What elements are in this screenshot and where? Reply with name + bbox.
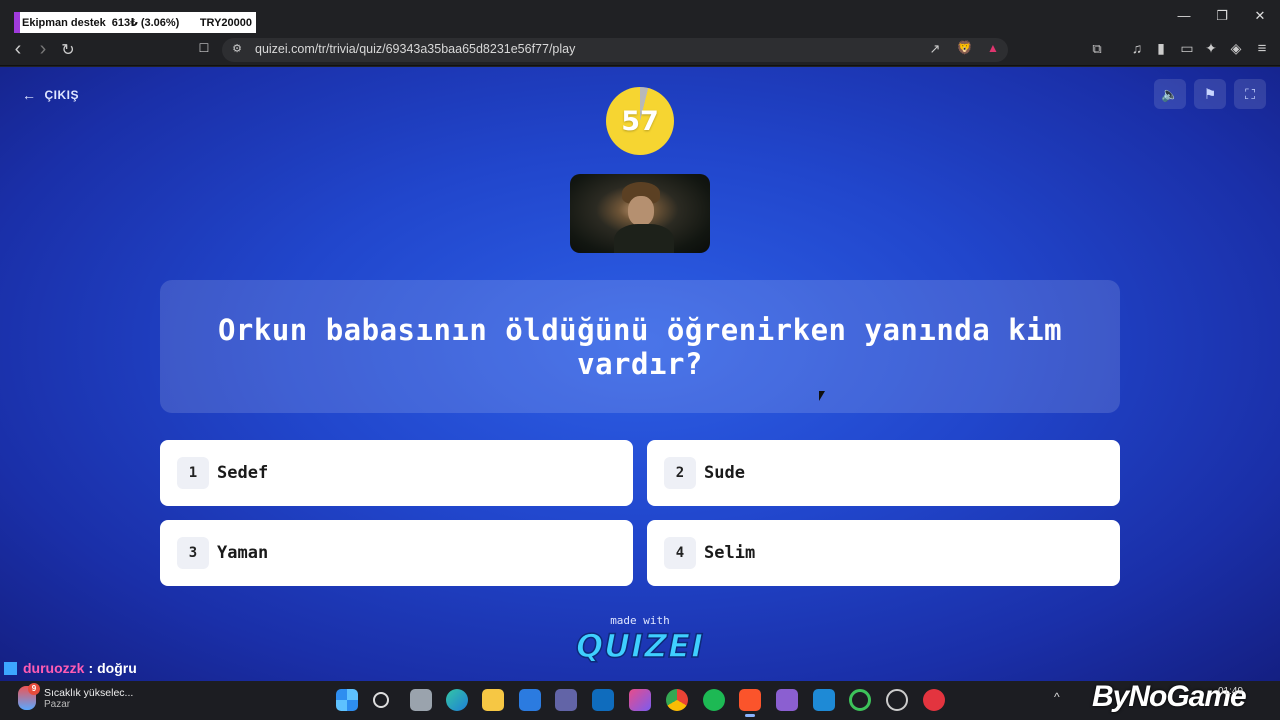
pulse-app-icon[interactable] — [923, 689, 945, 711]
question-image — [570, 174, 710, 253]
reload-icon[interactable]: ↻ — [58, 40, 78, 60]
countdown-timer: 57 — [606, 87, 674, 155]
answer-number: 1 — [177, 457, 209, 489]
quizei-logo[interactable]: QUIZEI — [0, 626, 1280, 666]
weather-title: Sıcaklık yükselec... — [44, 686, 134, 699]
answer-label: Sedef — [217, 463, 269, 483]
apps-icon[interactable] — [629, 689, 651, 711]
site-info-icon[interactable]: ⚙ — [227, 42, 247, 55]
answer-option-1[interactable]: 1 Sedef — [160, 440, 633, 506]
vpn-icon[interactable]: ◈ — [1226, 40, 1246, 57]
share-icon[interactable]: ↗ — [925, 41, 945, 57]
donation-target: TRY20000 — [199, 16, 252, 29]
question-card: Orkun babasının öldüğünü öğrenirken yanı… — [160, 280, 1120, 413]
spotify-icon[interactable] — [703, 689, 725, 711]
url-text[interactable]: quizei.com/tr/trivia/quiz/69343a35baa65d… — [255, 42, 575, 56]
question-text: Orkun babasının öldüğünü öğrenirken yanı… — [217, 312, 1063, 381]
task-view-icon[interactable] — [410, 689, 432, 711]
answer-number: 2 — [664, 457, 696, 489]
visual-studio-icon[interactable] — [776, 689, 798, 711]
menu-icon[interactable]: ≡ — [1252, 40, 1272, 57]
brave-shields-icon[interactable]: 🦁 — [955, 40, 975, 56]
chat-text: doğru — [97, 660, 137, 676]
speaker-icon: 🔈 — [1161, 85, 1179, 102]
donation-progress-bar — [14, 12, 20, 33]
brave-icon[interactable] — [739, 689, 761, 717]
maximize-icon[interactable]: ❐ — [1210, 8, 1234, 24]
donation-name: Ekipman destek — [22, 16, 106, 29]
arrow-left-icon: ← — [22, 87, 37, 103]
notification-badge: 9 — [28, 683, 40, 695]
thermometer-icon: 9 — [18, 683, 40, 710]
answer-label: Sude — [704, 463, 745, 483]
flag-icon: ⚑ — [1203, 85, 1217, 102]
donation-amount: 613₺ (3.06%) — [111, 17, 180, 29]
answer-number: 3 — [177, 537, 209, 569]
answer-option-3[interactable]: 3 Yaman — [160, 520, 633, 586]
store-icon[interactable] — [519, 689, 541, 711]
forward-icon[interactable]: › — [33, 38, 53, 61]
chat-message: duruozzk : doğru — [4, 660, 137, 676]
outlook-icon[interactable] — [592, 689, 614, 711]
start-icon[interactable] — [336, 689, 358, 711]
tray-chevron-icon[interactable]: ^ — [1054, 690, 1060, 704]
answer-number: 4 — [664, 537, 696, 569]
weather-widget[interactable]: 9 Sıcaklık yükselec... Pazar — [18, 683, 134, 710]
quiz-page: ← ÇIKIŞ 🔈 ⚑ ⛶ 57 Orkun babasının öldüğün… — [0, 67, 1280, 681]
minimize-icon[interactable]: — — [1172, 8, 1196, 23]
report-button[interactable]: ⚑ — [1194, 79, 1226, 109]
chat-separator: : — [88, 660, 94, 676]
close-icon[interactable]: ✕ — [1248, 8, 1272, 24]
chrome-icon[interactable] — [666, 689, 688, 711]
sidebar-icon[interactable]: ▮ — [1151, 40, 1171, 57]
vscode-icon[interactable] — [813, 689, 835, 711]
fullscreen-button[interactable]: ⛶ — [1234, 79, 1266, 109]
music-icon[interactable]: ♫ — [1127, 40, 1147, 56]
answer-label: Yaman — [217, 543, 269, 563]
edge-icon[interactable] — [446, 689, 468, 711]
screenshot-icon[interactable]: ⧉ — [1087, 41, 1107, 57]
answer-label: Selim — [704, 543, 756, 563]
back-icon[interactable]: ‹ — [8, 38, 28, 61]
made-with-label: made with — [610, 614, 670, 627]
exit-button[interactable]: ← ÇIKIŞ — [22, 87, 79, 103]
refresh-app-icon[interactable] — [849, 689, 871, 711]
timer-value: 57 — [621, 105, 659, 137]
mouse-cursor — [819, 391, 825, 401]
fullscreen-icon: ⛶ — [1245, 85, 1255, 102]
weather-subtitle: Pazar — [44, 698, 71, 710]
answer-option-2[interactable]: 2 Sude — [647, 440, 1120, 506]
search-icon[interactable] — [373, 692, 389, 708]
bookmark-icon[interactable]: ☐ — [194, 41, 214, 55]
wallet-icon[interactable]: ▭ — [1177, 40, 1197, 57]
clock[interactable]: 01:49 — [1218, 686, 1243, 697]
exit-label: ÇIKIŞ — [44, 88, 80, 102]
kick-badge-icon — [4, 661, 17, 675]
sound-button[interactable]: 🔈 — [1154, 79, 1186, 109]
file-explorer-icon[interactable] — [482, 689, 504, 711]
donation-widget: Ekipman destek 613₺ (3.06%) TRY20000 — [14, 12, 256, 33]
obs-icon[interactable] — [886, 689, 908, 711]
rewards-icon[interactable]: ▲ — [983, 41, 1003, 55]
chat-username: duruozzk — [23, 660, 85, 676]
answer-option-4[interactable]: 4 Selim — [647, 520, 1120, 586]
leo-ai-icon[interactable]: ✦ — [1201, 40, 1221, 57]
teams-icon[interactable] — [555, 689, 577, 711]
